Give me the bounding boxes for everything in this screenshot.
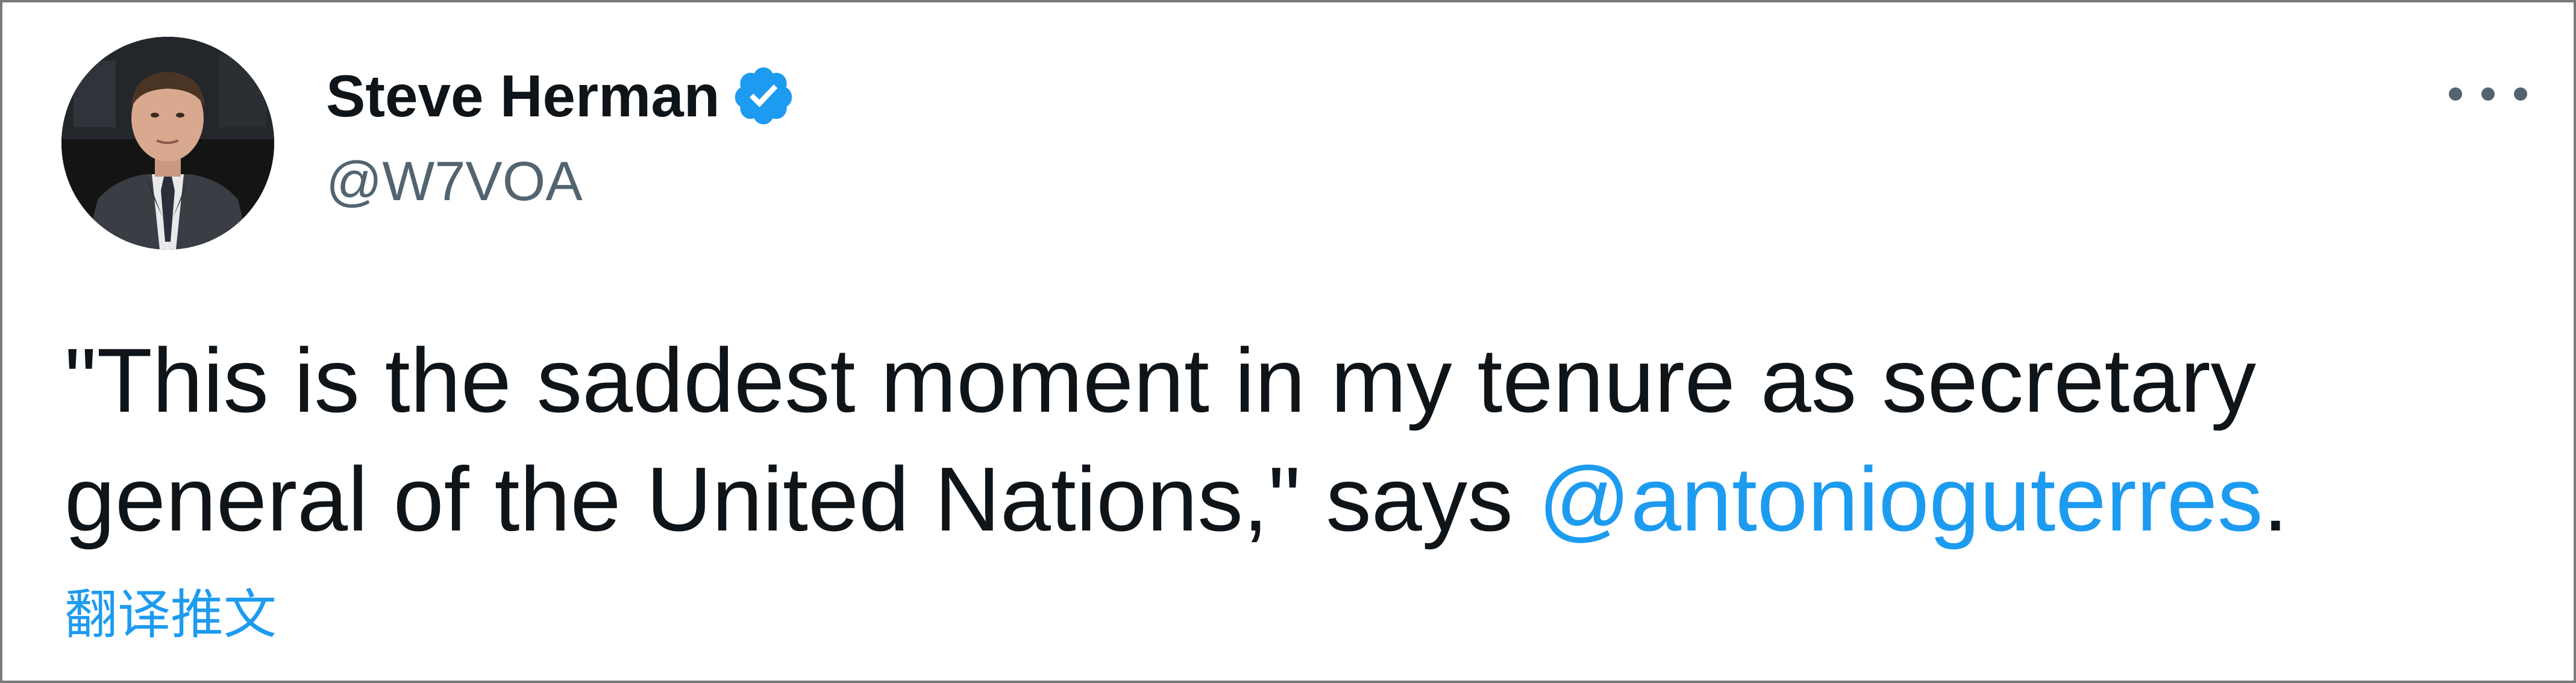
tweet-text-line2-prefix: general of the United Nations," says	[64, 448, 1538, 550]
tweet-card: Steve Herman @W7VOA "This is the saddest…	[0, 0, 2576, 683]
translate-tweet-link[interactable]: 翻译推文	[64, 572, 277, 649]
tweet-text-line: "This is the saddest moment in my tenure…	[64, 321, 2535, 439]
tweet-text-line2-suffix: .	[2263, 448, 2289, 550]
more-options-button[interactable]	[2449, 70, 2527, 118]
mention-link[interactable]: @antonioguterres	[1538, 448, 2263, 550]
author-handle[interactable]: @W7VOA	[326, 150, 583, 213]
author-name-row: Steve Herman	[326, 60, 804, 132]
tweet-text-line1: "This is the saddest moment in my tenure…	[64, 329, 2257, 431]
author-avatar[interactable]	[61, 37, 274, 250]
ellipsis-icon	[2481, 87, 2495, 101]
tweet-text: "This is the saddest moment in my tenure…	[64, 321, 2535, 558]
tweet-text-line: general of the United Nations," says @an…	[64, 439, 2535, 558]
ellipsis-icon	[2514, 87, 2527, 101]
avatar-photo-icon	[61, 37, 274, 250]
verified-badge-icon	[731, 59, 804, 133]
ellipsis-icon	[2449, 87, 2462, 101]
author-display-name[interactable]: Steve Herman	[326, 62, 720, 130]
